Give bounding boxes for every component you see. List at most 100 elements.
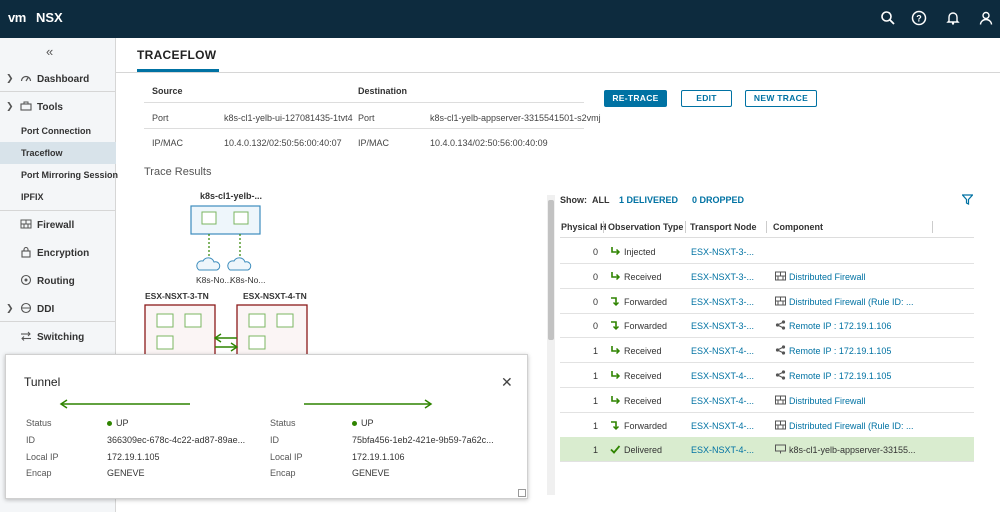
tn2-box[interactable] xyxy=(236,304,308,356)
transport-node-link[interactable]: ESX-NSXT-4-... xyxy=(691,346,754,356)
transport-node-link[interactable]: ESX-NSXT-4-... xyxy=(691,445,754,455)
topology-scrollbar-thumb[interactable] xyxy=(548,200,554,340)
column-physical-hop[interactable]: Physical H xyxy=(561,222,607,232)
physical-hop-cell: 1 xyxy=(592,445,598,456)
component-link[interactable]: Remote IP : 172.19.1.105 xyxy=(789,346,891,356)
app-name[interactable]: NSX xyxy=(36,10,63,25)
column-separator[interactable] xyxy=(685,221,686,233)
bell-icon[interactable] xyxy=(945,10,961,26)
transport-node-link[interactable]: ESX-NSXT-3-... xyxy=(691,321,754,331)
physical-hop-cell: 0 xyxy=(592,296,598,307)
tn2-label: ESX-NSXT-4-TN xyxy=(243,291,307,301)
left-encap-value: GENEVE xyxy=(107,468,145,478)
transport-node-link[interactable]: ESX-NSXT-4-... xyxy=(691,421,754,431)
svg-text:?: ? xyxy=(916,14,922,24)
sidebar-item-label: Routing xyxy=(37,276,75,287)
component-link[interactable]: Remote IP : 172.19.1.105 xyxy=(789,371,891,381)
component-link[interactable]: Distributed Firewall xyxy=(789,396,866,406)
right-localip-key: Local IP xyxy=(270,452,303,462)
sidebar-subitem-label: IPFIX xyxy=(21,192,44,202)
share-icon xyxy=(775,345,786,355)
k8s-node2-cloud-icon[interactable] xyxy=(227,257,252,271)
firewall-icon xyxy=(775,296,786,306)
sidebar-item-ddi[interactable]: ❯ DDI xyxy=(0,297,116,321)
retrace-button[interactable]: RE-TRACE xyxy=(604,90,667,107)
tunnel-link[interactable] xyxy=(213,333,239,352)
observation-type-cell: Forwarded xyxy=(624,420,668,431)
table-row[interactable]: 1 Forwarded ESX-NSXT-4-... Distributed Fire… xyxy=(560,413,974,438)
destination-port-value: k8s-cl1-yelb-appserver-3315541501-s2vmj xyxy=(430,113,601,123)
table-row[interactable]: 1 Delivered ESX-NSXT-4-... k8s-cl1-yelb-app… xyxy=(560,437,974,463)
sidebar-subitem-ipfix[interactable]: IPFIX xyxy=(0,186,116,208)
received-arrow-icon xyxy=(611,371,621,380)
transport-node-link[interactable]: ESX-NSXT-4-... xyxy=(691,371,754,381)
right-status-key: Status xyxy=(270,418,296,428)
sidebar-item-switching[interactable]: Switching xyxy=(0,325,116,349)
encryption-icon xyxy=(21,246,31,258)
filter-delivered[interactable]: 1 DELIVERED xyxy=(619,195,678,205)
column-separator[interactable] xyxy=(932,221,933,233)
pod-box[interactable] xyxy=(190,205,261,235)
filter-all[interactable]: ALL xyxy=(592,195,610,205)
table-row[interactable]: 0 Received ESX-NSXT-3-... Distributed Firew… xyxy=(560,264,974,289)
received-arrow-icon xyxy=(611,271,621,280)
sidebar-item-tools[interactable]: ❯ Tools xyxy=(0,95,116,119)
column-separator[interactable] xyxy=(603,221,604,233)
column-transport-node[interactable]: Transport Node xyxy=(690,222,757,232)
tn1-box[interactable] xyxy=(144,304,216,356)
column-component[interactable]: Component xyxy=(773,222,823,232)
sidebar-subitem-port-connection[interactable]: Port Connection xyxy=(0,120,116,142)
sidebar-subitem-traceflow[interactable]: Traceflow xyxy=(0,142,116,164)
table-row[interactable]: 1 Received ESX-NSXT-4-... Remote IP : 172.1… xyxy=(560,363,974,388)
collapse-sidebar-icon[interactable]: « xyxy=(46,44,53,59)
table-row[interactable]: 0 Forwarded ESX-NSXT-3-... Remote IP : 172.… xyxy=(560,313,974,339)
right-localip-value: 172.19.1.106 xyxy=(352,452,405,462)
component-link[interactable]: Distributed Firewall (Rule ID: ... xyxy=(789,421,914,431)
sidebar-subitem-port-mirroring[interactable]: Port Mirroring Session xyxy=(0,164,118,186)
sidebar-item-routing[interactable]: Routing xyxy=(0,269,116,293)
physical-hop-cell: 0 xyxy=(592,321,598,332)
edit-button[interactable]: EDIT xyxy=(681,90,732,107)
chevron-right-icon: ❯ xyxy=(6,303,14,313)
close-icon[interactable]: ✕ xyxy=(501,374,513,391)
user-icon[interactable] xyxy=(978,10,994,26)
routing-icon xyxy=(20,274,32,286)
column-separator[interactable] xyxy=(766,221,767,233)
new-trace-button[interactable]: NEW TRACE xyxy=(745,90,817,107)
sidebar-item-dashboard[interactable]: ❯ Dashboard xyxy=(0,67,116,91)
observation-type-cell: Injected xyxy=(624,247,656,257)
delivered-check-icon xyxy=(610,445,621,455)
right-encap-key: Encap xyxy=(270,468,296,478)
transport-node-link[interactable]: ESX-NSXT-3-... xyxy=(691,272,754,282)
transport-node-link[interactable]: ESX-NSXT-3-... xyxy=(691,297,754,307)
k8s-node1-cloud-icon[interactable] xyxy=(196,257,221,271)
source-port-value: k8s-cl1-yelb-ui-127081435-1tvt4 xyxy=(224,113,353,123)
physical-hop-cell: 0 xyxy=(592,271,598,282)
sidebar-item-label: Encryption xyxy=(37,248,90,259)
destination-ipmac-value: 10.4.0.134/02:50:56:00:40:09 xyxy=(430,138,548,148)
left-id-value: 366309ec-678c-4c22-ad87-89ae... xyxy=(107,435,246,445)
tunnel-arrow-left-icon xyxy=(59,399,190,409)
observation-type-cell: Forwarded xyxy=(624,321,668,332)
transport-node-link[interactable]: ESX-NSXT-4-... xyxy=(691,396,754,406)
table-row[interactable]: 0 Forwarded ESX-NSXT-3-... Distributed Fire… xyxy=(560,289,974,314)
table-row[interactable]: 1 Received ESX-NSXT-4-... Distributed Firew… xyxy=(560,388,974,413)
table-row[interactable]: 0 Injected ESX-NSXT-3-... xyxy=(560,239,974,264)
filter-dropped[interactable]: 0 DROPPED xyxy=(692,195,744,205)
sidebar-item-encryption[interactable]: Encryption xyxy=(0,241,116,265)
filter-icon[interactable] xyxy=(962,194,973,205)
transport-node-link[interactable]: ESX-NSXT-3-... xyxy=(691,247,754,257)
search-icon[interactable] xyxy=(880,10,896,26)
component-link[interactable]: Distributed Firewall (Rule ID: ... xyxy=(789,297,914,307)
help-icon[interactable]: ? xyxy=(911,10,927,26)
component-link[interactable]: Distributed Firewall xyxy=(789,272,866,282)
ddi-icon xyxy=(20,302,32,314)
column-observation-type[interactable]: Observation Type xyxy=(608,222,683,232)
sidebar-item-label: Switching xyxy=(37,332,85,343)
divider xyxy=(144,128,584,129)
component-link[interactable]: Remote IP : 172.19.1.106 xyxy=(789,321,891,331)
resize-handle[interactable] xyxy=(518,489,526,497)
table-row[interactable]: 1 Received ESX-NSXT-4-... Remote IP : 172.1… xyxy=(560,338,974,364)
sidebar-item-firewall[interactable]: Firewall xyxy=(0,213,116,237)
firewall-icon xyxy=(775,420,786,430)
